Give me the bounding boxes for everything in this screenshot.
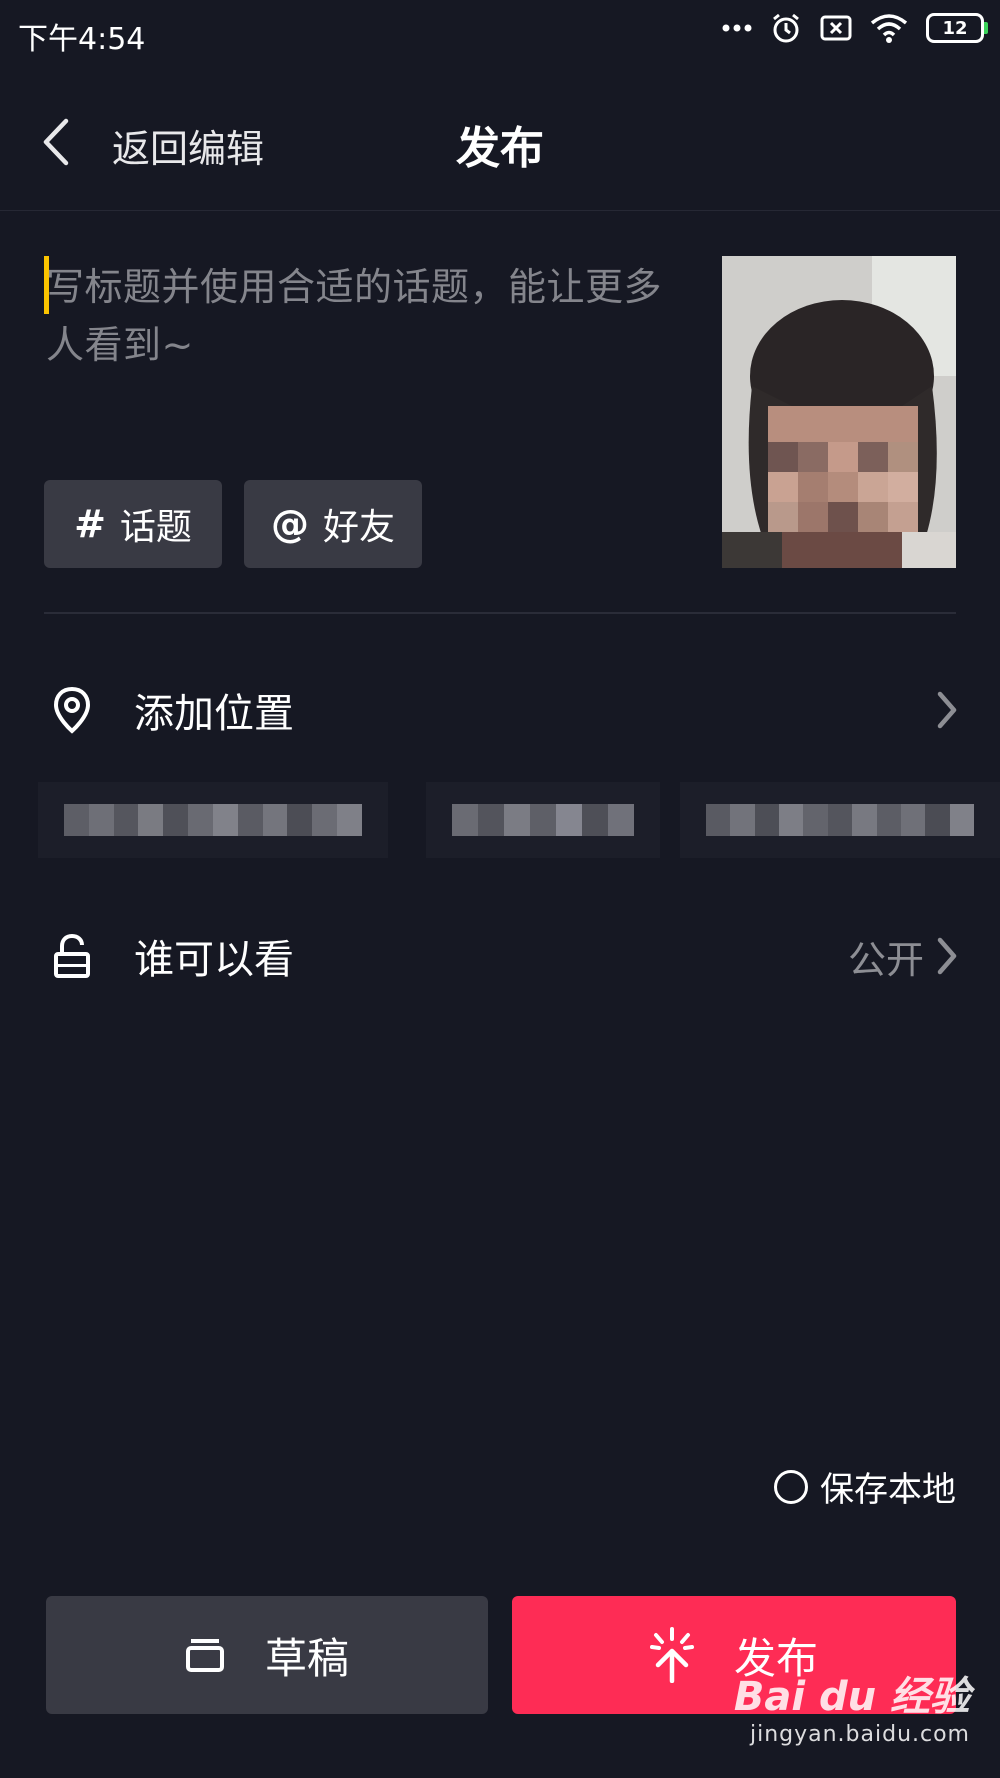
mention-chip[interactable]: @ 好友 — [244, 480, 422, 568]
battery-level: 12 — [942, 17, 968, 39]
draft-button-label: 草稿 — [264, 1633, 349, 1683]
publish-sparkle-icon — [649, 1627, 694, 1683]
add-location-row[interactable]: 添加位置 — [0, 660, 1000, 760]
privacy-row[interactable]: 谁可以看 公开 — [0, 906, 1000, 1006]
blurred-text — [452, 804, 634, 836]
save-local-toggle[interactable]: 保存本地 — [774, 1462, 956, 1511]
topic-chip[interactable]: # 话题 — [44, 480, 222, 568]
baidu-watermark: Bai du 经验 jingyan.baidu.com — [734, 1664, 970, 1747]
status-time: 下午4:54 — [18, 22, 146, 57]
blurred-text — [706, 804, 974, 836]
sim-x-icon — [820, 15, 852, 41]
radio-circle-icon — [774, 1469, 808, 1504]
at-icon: @ — [270, 502, 309, 546]
location-suggestion[interactable] — [38, 782, 388, 858]
chevron-right-icon — [937, 937, 957, 975]
hashtag-icon: # — [74, 502, 106, 546]
divider — [44, 612, 956, 614]
thumbnail-image — [722, 256, 956, 568]
location-pin-icon — [50, 686, 94, 734]
chevron-right-icon — [937, 691, 957, 729]
drafts-icon — [185, 1639, 224, 1672]
add-location-label: 添加位置 — [134, 691, 294, 737]
more-dots-icon — [722, 24, 752, 32]
video-thumbnail[interactable] — [722, 256, 956, 568]
caption-input[interactable]: 写标题并使用合适的话题，能让更多人看到~ — [46, 258, 686, 374]
blurred-text — [64, 804, 362, 836]
location-suggestion[interactable] — [426, 782, 660, 858]
mention-chip-label: 好友 — [322, 507, 395, 548]
draft-button[interactable]: 草稿 — [46, 1596, 488, 1714]
location-suggestion[interactable] — [680, 782, 1000, 858]
watermark-url: jingyan.baidu.com — [749, 1722, 970, 1747]
unlock-icon — [50, 932, 94, 980]
topic-chip-label: 话题 — [119, 507, 192, 548]
battery-icon: 12 — [926, 13, 988, 43]
status-icons: 12 — [722, 12, 988, 44]
alarm-icon — [773, 13, 799, 43]
privacy-value: 公开 — [847, 937, 924, 982]
page-title: 发布 — [456, 123, 544, 174]
watermark-brand: Bai du 经验 — [733, 1674, 970, 1720]
save-local-label: 保存本地 — [820, 1470, 956, 1510]
privacy-label: 谁可以看 — [134, 937, 294, 983]
wifi-icon — [870, 14, 908, 43]
